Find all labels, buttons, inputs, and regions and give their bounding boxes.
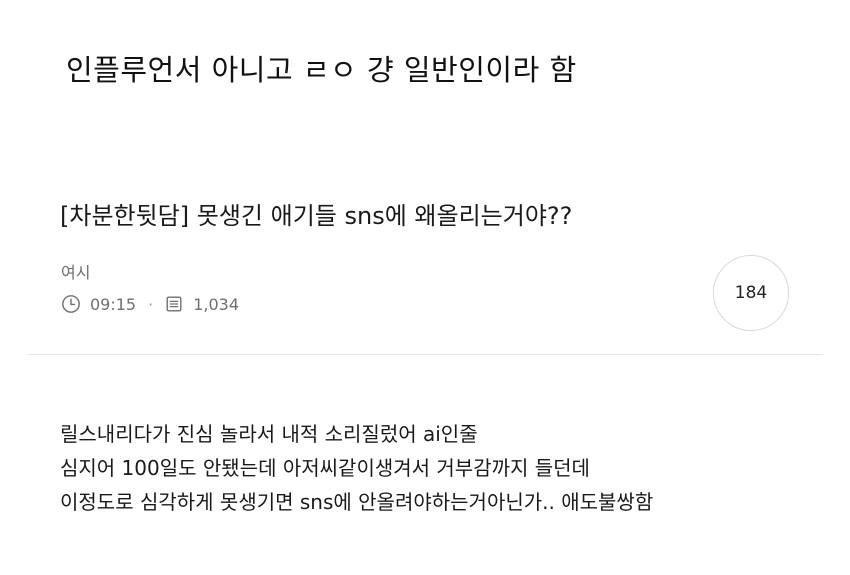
divider xyxy=(27,354,823,355)
post-body: 릴스내리다가 진심 놀라서 내적 소리질렀어 ai인줄 심지어 100일도 안됐… xyxy=(60,417,653,519)
post-author[interactable]: 여시 xyxy=(61,259,90,283)
post-time: 09:15 xyxy=(90,294,137,314)
view-count: 1,034 xyxy=(193,294,240,314)
clock-icon xyxy=(61,294,81,314)
comment-count-button[interactable]: 184 xyxy=(713,255,789,331)
comment-count-label: 184 xyxy=(734,283,768,303)
caption: 인플루언서 아니고 ㄹㅇ 걍 일반인이라 함 xyxy=(66,53,577,87)
body-line: 이정도로 심각하게 못생기면 sns에 안올려야하는거아닌가.. 애도불쌍함 xyxy=(60,490,654,514)
post-meta: 09:15 · 1,034 xyxy=(61,292,239,316)
post-title[interactable]: [차분한뒷담] 못생긴 애기들 sns에 왜올리는거야?? xyxy=(60,196,572,231)
body-line: 릴스내리다가 진심 놀라서 내적 소리질렀어 ai인줄 xyxy=(60,422,478,446)
meta-separator: · xyxy=(148,294,154,314)
body-line: 심지어 100일도 안됐는데 아저씨같이생겨서 거부감까지 들던데 xyxy=(60,456,590,480)
document-icon xyxy=(164,294,184,314)
